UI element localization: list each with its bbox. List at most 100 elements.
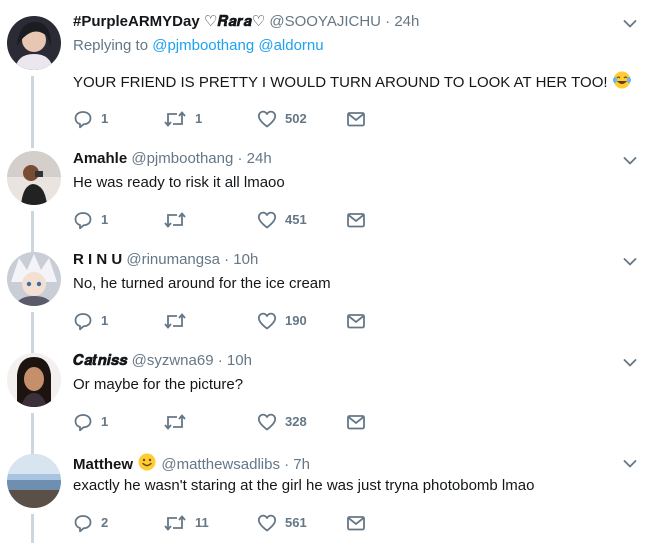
reply-count: 1 xyxy=(101,111,109,126)
tweet-actions: 1 451 xyxy=(73,209,393,231)
retweet-button[interactable] xyxy=(163,411,195,433)
dm-button[interactable] xyxy=(346,209,366,231)
replying-to: Replying to @pjmboothang @aldornu xyxy=(73,36,324,56)
display-name[interactable]: R I N U xyxy=(73,251,122,268)
dm-button[interactable] xyxy=(346,512,366,534)
like-button[interactable]: 190 xyxy=(257,310,307,332)
like-button[interactable]: 328 xyxy=(257,411,307,433)
chevron-down-icon[interactable] xyxy=(623,254,637,266)
reply-icon xyxy=(74,515,92,533)
reply-count: 1 xyxy=(101,313,109,328)
retweet-button[interactable] xyxy=(163,209,195,231)
reply-thread: #PurpleARMYDay ♡𝑹𝒂𝒓𝒂♡ @SOOYAJICHU · 24h … xyxy=(0,0,648,543)
retweet-count: 1 xyxy=(195,111,203,126)
tweet-actions: 1 190 xyxy=(73,310,393,332)
chevron-down-icon[interactable] xyxy=(623,16,637,28)
tweet-text: No, he turned around for the ice cream xyxy=(73,275,331,292)
timestamp[interactable]: 10h xyxy=(227,352,252,369)
separator: · xyxy=(224,251,230,268)
tweet-header: 𝑪𝒂𝒕𝒏𝒊𝒔𝒔 @syzwna69 · 10h xyxy=(73,351,252,371)
reply-button[interactable]: 2 xyxy=(73,512,108,534)
timestamp[interactable]: 10h xyxy=(233,251,258,268)
like-button[interactable]: 502 xyxy=(257,108,307,130)
reply-icon xyxy=(74,414,92,432)
reply-button[interactable]: 1 xyxy=(73,108,108,130)
tweet[interactable]: R I N U @rinumangsa · 10h No, he turned … xyxy=(0,250,648,354)
reply-count: 2 xyxy=(101,515,109,530)
handle[interactable]: @syzwna69 xyxy=(132,352,214,369)
tweet[interactable]: Matthew @matthewsadlibs · 7h exactly he … xyxy=(0,452,648,543)
like-count: 561 xyxy=(285,515,307,530)
separator: · xyxy=(217,352,223,369)
display-name[interactable]: Amahle xyxy=(73,150,127,167)
dm-button[interactable] xyxy=(346,310,366,332)
chevron-down-icon[interactable] xyxy=(623,456,637,468)
envelope-icon xyxy=(347,516,365,531)
tweet[interactable]: #PurpleARMYDay ♡𝑹𝒂𝒓𝒂♡ @SOOYAJICHU · 24h … xyxy=(0,12,648,146)
envelope-icon xyxy=(347,112,365,127)
envelope-icon xyxy=(347,213,365,228)
display-name[interactable]: Matthew xyxy=(73,456,133,473)
tweet-header: Amahle @pjmboothang · 24h xyxy=(73,149,272,169)
reply-mentions[interactable]: @pjmboothang @aldornu xyxy=(152,37,323,54)
reply-button[interactable]: 1 xyxy=(73,411,108,433)
display-name[interactable]: 𝑪𝒂𝒕𝒏𝒊𝒔𝒔 xyxy=(73,352,127,369)
retweet-button[interactable]: 11 xyxy=(163,512,209,534)
tweet-actions: 1 1 502 xyxy=(73,108,393,130)
retweet-icon xyxy=(164,515,186,531)
heart-icon xyxy=(257,312,277,330)
envelope-icon xyxy=(347,415,365,430)
separator: · xyxy=(237,150,243,167)
handle[interactable]: @matthewsadlibs xyxy=(161,456,280,473)
dm-button[interactable] xyxy=(346,411,366,433)
reply-icon xyxy=(74,212,92,230)
display-name[interactable]: #PurpleARMYDay ♡𝑹𝒂𝒓𝒂♡ xyxy=(73,13,265,30)
avatar[interactable] xyxy=(7,353,61,407)
thread-line xyxy=(31,413,34,455)
tweet-text-content: YOUR FRIEND IS PRETTY I WOULD TURN AROUN… xyxy=(73,74,608,91)
envelope-icon xyxy=(347,314,365,329)
avatar[interactable] xyxy=(7,454,61,508)
reply-button[interactable]: 1 xyxy=(73,209,108,231)
like-button[interactable]: 451 xyxy=(257,209,307,231)
tweet-text: YOUR FRIEND IS PRETTY I WOULD TURN AROUN… xyxy=(73,70,632,96)
heart-icon xyxy=(257,514,277,532)
reply-count: 1 xyxy=(101,212,109,227)
retweet-button[interactable] xyxy=(163,310,195,332)
chevron-down-icon[interactable] xyxy=(623,355,637,367)
heart-icon xyxy=(257,413,277,431)
thread-line xyxy=(31,312,34,354)
handle[interactable]: @pjmboothang xyxy=(131,150,233,167)
dm-button[interactable] xyxy=(346,108,366,130)
avatar[interactable] xyxy=(7,252,61,306)
handle[interactable]: @rinumangsa xyxy=(126,251,220,268)
timestamp[interactable]: 7h xyxy=(293,456,310,473)
reply-button[interactable]: 1 xyxy=(73,310,108,332)
reply-icon xyxy=(74,313,92,331)
avatar[interactable] xyxy=(7,151,61,205)
replying-to-label: Replying to xyxy=(73,37,149,54)
like-count: 190 xyxy=(285,313,307,328)
timestamp[interactable]: 24h xyxy=(394,13,419,30)
tweet[interactable]: 𝑪𝒂𝒕𝒏𝒊𝒔𝒔 @syzwna69 · 10h Or maybe for the… xyxy=(0,351,648,455)
tweet[interactable]: Amahle @pjmboothang · 24h He was ready t… xyxy=(0,134,648,253)
tweet-text: He was ready to risk it all lmaoo xyxy=(73,174,285,191)
timestamp[interactable]: 24h xyxy=(247,150,272,167)
like-button[interactable]: 561 xyxy=(257,512,307,534)
tweet-actions: 1 328 xyxy=(73,411,393,433)
chevron-down-icon[interactable] xyxy=(623,153,637,165)
reply-count: 1 xyxy=(101,414,109,429)
retweet-icon xyxy=(164,414,186,430)
tweet-text: exactly he wasn't staring at the girl he… xyxy=(73,477,535,494)
retweet-icon xyxy=(164,313,186,329)
retweet-icon xyxy=(164,212,186,228)
avatar[interactable] xyxy=(7,16,61,70)
like-count: 328 xyxy=(285,414,307,429)
retweet-button[interactable]: 1 xyxy=(163,108,202,130)
handle[interactable]: @SOOYAJICHU xyxy=(269,13,381,30)
retweet-icon xyxy=(164,111,186,127)
reply-icon xyxy=(74,111,92,129)
smiley-emoji-icon xyxy=(137,452,157,478)
retweet-count: 11 xyxy=(195,515,209,530)
tweet-text: Or maybe for the picture? xyxy=(73,376,244,393)
